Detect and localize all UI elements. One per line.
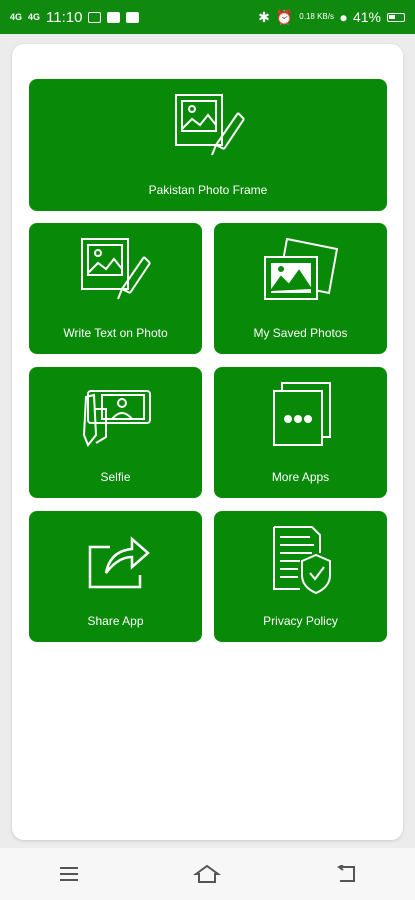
tile-label: Pakistan Photo Frame bbox=[148, 183, 268, 197]
battery-icon bbox=[387, 12, 405, 22]
battery-percent: 41% bbox=[352, 9, 381, 25]
mail-icon bbox=[107, 11, 121, 23]
tile-label: My Saved Photos bbox=[253, 326, 348, 340]
signal-2: 4G bbox=[28, 11, 41, 22]
alarm-icon: ⏰ bbox=[275, 8, 294, 25]
selfie-phone-icon bbox=[82, 390, 151, 447]
tile-my-saved-photos[interactable]: My Saved Photos bbox=[214, 223, 387, 354]
network-speed: 0.18 KB/s bbox=[299, 12, 334, 21]
status-bar: 4G 4G 11:10 ✱ ⏰ 0.18 KB/s ⦁ 41% bbox=[0, 0, 415, 34]
photo-edit-icon bbox=[175, 94, 245, 156]
photos-stack-icon bbox=[263, 237, 338, 300]
tile-label: Share App bbox=[87, 614, 144, 628]
tile-more-apps[interactable]: More Apps bbox=[214, 367, 387, 498]
privacy-shield-icon bbox=[272, 526, 331, 595]
back-icon bbox=[336, 865, 355, 882]
tile-share-app[interactable]: Share App bbox=[29, 511, 202, 642]
tile-selfie[interactable]: Selfie bbox=[29, 367, 202, 498]
more-apps-icon bbox=[272, 382, 331, 446]
share-icon bbox=[88, 536, 150, 589]
status-left: 4G 4G 11:10 bbox=[10, 8, 140, 26]
wifi-icon: ⦁ bbox=[339, 8, 347, 25]
tile-write-text-on-photo[interactable]: Write Text on Photo bbox=[29, 223, 202, 354]
tile-label: Selfie bbox=[100, 470, 131, 484]
mail-icon-2 bbox=[126, 11, 140, 23]
main-card: Pakistan Photo Frame Write Text on Photo bbox=[12, 44, 403, 840]
status-time: 11:10 bbox=[46, 8, 83, 26]
back-button[interactable] bbox=[321, 854, 371, 894]
notification-icon bbox=[88, 11, 102, 23]
home-button[interactable] bbox=[182, 854, 232, 894]
tile-label: Write Text on Photo bbox=[63, 326, 168, 340]
menu-button[interactable] bbox=[44, 854, 94, 894]
bottom-nav bbox=[0, 848, 415, 900]
home-icon bbox=[193, 864, 222, 883]
bluetooth-icon: ✱ bbox=[258, 8, 270, 25]
signal-1: 4G bbox=[10, 11, 23, 22]
tile-privacy-policy[interactable]: Privacy Policy bbox=[214, 511, 387, 642]
tile-pakistan-photo-frame[interactable]: Pakistan Photo Frame bbox=[29, 79, 387, 211]
menu-icon bbox=[60, 867, 79, 881]
status-right: ✱ ⏰ 0.18 KB/s ⦁ 41% bbox=[258, 9, 405, 26]
tile-label: Privacy Policy bbox=[263, 614, 338, 628]
tile-label: More Apps bbox=[271, 470, 330, 484]
photo-edit-icon bbox=[80, 238, 151, 300]
